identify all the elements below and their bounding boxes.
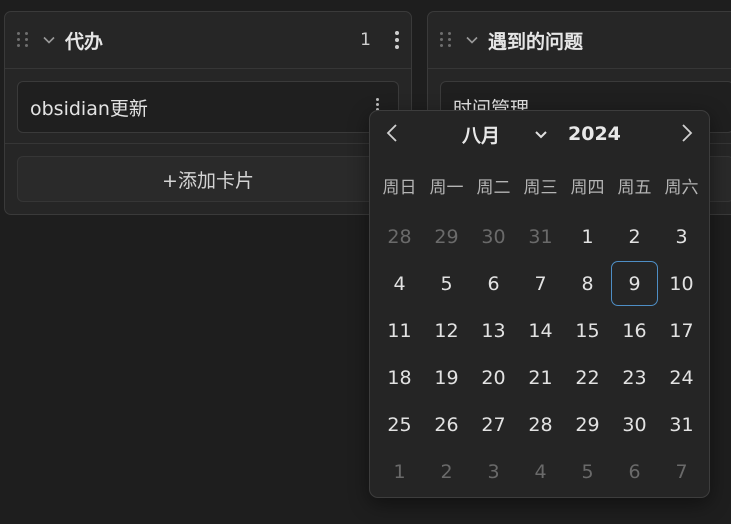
add-card-button[interactable]: +添加卡片 bbox=[17, 156, 399, 202]
day-cell[interactable]: 30 bbox=[611, 401, 658, 448]
weekday-row: 周日 周一 周二 周三 周四 周五 周六 bbox=[376, 173, 705, 198]
day-cell[interactable]: 20 bbox=[470, 354, 517, 401]
weekday-label: 周六 bbox=[664, 178, 699, 198]
year-input[interactable]: 2024 bbox=[568, 123, 621, 145]
month-select[interactable]: 八月 bbox=[462, 121, 550, 148]
day-cell[interactable]: 17 bbox=[658, 307, 705, 354]
day-cell[interactable]: 8 bbox=[564, 260, 611, 307]
lane-title: 遇到的问题 bbox=[488, 30, 584, 53]
day-cell[interactable]: 24 bbox=[658, 354, 705, 401]
date-picker: 八月 2024 周日 周一 周二 周三 周四 周五 周六 28 29 30 31 bbox=[369, 110, 710, 498]
day-cell[interactable]: 28 bbox=[517, 401, 564, 448]
day-cell[interactable]: 1 bbox=[376, 448, 423, 495]
drag-handle-icon[interactable] bbox=[440, 31, 454, 49]
day-cell[interactable]: 7 bbox=[658, 448, 705, 495]
card[interactable]: obsidian更新 bbox=[17, 81, 399, 133]
lane-more-icon[interactable] bbox=[395, 31, 399, 49]
previous-month-icon[interactable] bbox=[384, 123, 400, 143]
lane-items: obsidian更新 bbox=[5, 69, 411, 144]
weekday-label: 周四 bbox=[570, 178, 605, 198]
day-cell[interactable]: 29 bbox=[423, 213, 470, 260]
kanban-board: 代办 1 obsidian更新 +添加卡片 遇到的问题 时间管理 八月 2024… bbox=[0, 0, 731, 524]
day-cell[interactable]: 4 bbox=[376, 260, 423, 307]
day-cell[interactable]: 6 bbox=[611, 448, 658, 495]
day-cell[interactable]: 5 bbox=[564, 448, 611, 495]
date-picker-header: 八月 2024 bbox=[370, 111, 709, 157]
day-cell[interactable]: 16 bbox=[611, 307, 658, 354]
day-cell[interactable]: 23 bbox=[611, 354, 658, 401]
day-cell[interactable]: 11 bbox=[376, 307, 423, 354]
day-cell[interactable]: 3 bbox=[658, 213, 705, 260]
weekday-label: 周日 bbox=[382, 178, 417, 198]
lane-card-count: 1 bbox=[360, 30, 371, 50]
day-cell[interactable]: 7 bbox=[517, 260, 564, 307]
chevron-down-icon bbox=[534, 127, 550, 143]
chevron-down-icon[interactable] bbox=[41, 32, 57, 48]
day-cell[interactable]: 13 bbox=[470, 307, 517, 354]
day-cell[interactable]: 2 bbox=[423, 448, 470, 495]
day-cell[interactable]: 28 bbox=[376, 213, 423, 260]
lane-footer: +添加卡片 bbox=[5, 144, 411, 214]
day-cell[interactable]: 31 bbox=[658, 401, 705, 448]
lane-header: 遇到的问题 bbox=[428, 12, 731, 69]
day-cell[interactable]: 22 bbox=[564, 354, 611, 401]
day-cell[interactable]: 18 bbox=[376, 354, 423, 401]
day-cell[interactable]: 14 bbox=[517, 307, 564, 354]
weekday-label: 周三 bbox=[523, 178, 558, 198]
day-cell[interactable]: 6 bbox=[470, 260, 517, 307]
day-cell[interactable]: 3 bbox=[470, 448, 517, 495]
month-label: 八月 bbox=[462, 125, 501, 147]
day-cell[interactable]: 10 bbox=[658, 260, 705, 307]
day-cell[interactable]: 25 bbox=[376, 401, 423, 448]
day-cell[interactable]: 19 bbox=[423, 354, 470, 401]
day-cell[interactable]: 15 bbox=[564, 307, 611, 354]
day-cell[interactable]: 27 bbox=[470, 401, 517, 448]
weekday-label: 周五 bbox=[617, 178, 652, 198]
drag-handle-icon[interactable] bbox=[17, 31, 31, 49]
day-cell[interactable]: 21 bbox=[517, 354, 564, 401]
chevron-down-icon[interactable] bbox=[464, 32, 480, 48]
day-cell-selected[interactable]: 9 bbox=[611, 261, 658, 306]
lane-header: 代办 1 bbox=[5, 12, 411, 69]
day-cell[interactable]: 26 bbox=[423, 401, 470, 448]
day-cell[interactable]: 4 bbox=[517, 448, 564, 495]
day-cell[interactable]: 31 bbox=[517, 213, 564, 260]
card-title: obsidian更新 bbox=[30, 97, 148, 120]
day-cell[interactable]: 5 bbox=[423, 260, 470, 307]
next-month-icon[interactable] bbox=[679, 123, 695, 143]
days-grid: 28 29 30 31 1 2 3 4 5 6 7 8 9 10 11 12 1… bbox=[376, 213, 705, 495]
lane-todo: 代办 1 obsidian更新 +添加卡片 bbox=[4, 11, 412, 215]
day-cell[interactable]: 12 bbox=[423, 307, 470, 354]
day-cell[interactable]: 2 bbox=[611, 213, 658, 260]
weekday-label: 周一 bbox=[429, 178, 464, 198]
day-cell[interactable]: 29 bbox=[564, 401, 611, 448]
lane-title: 代办 bbox=[65, 30, 104, 53]
day-cell[interactable]: 30 bbox=[470, 213, 517, 260]
day-cell[interactable]: 1 bbox=[564, 213, 611, 260]
weekday-label: 周二 bbox=[476, 178, 511, 198]
